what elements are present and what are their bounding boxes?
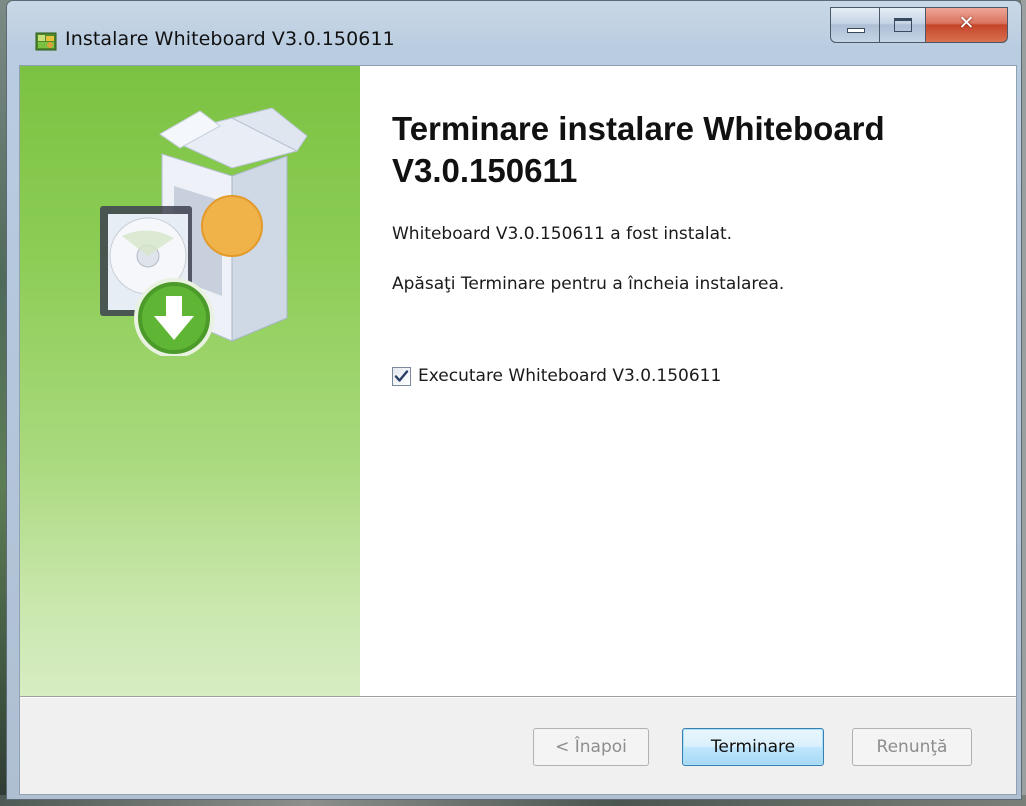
minimize-icon [847, 28, 865, 33]
wizard-side-panel [20, 66, 360, 696]
software-box-install-icon [100, 107, 308, 356]
close-icon: ✕ [958, 12, 975, 34]
button-bar: < Înapoi Terminare Renunţă [20, 698, 1016, 794]
window-title: Instalare Whiteboard V3.0.150611 [65, 28, 395, 50]
maximize-icon [894, 18, 912, 32]
finish-button[interactable]: Terminare [682, 728, 824, 766]
instruction-message: Apăsaţi Terminare pentru a încheia insta… [392, 274, 785, 294]
cancel-button[interactable]: Renunţă [852, 728, 972, 766]
dialog-client-area: Terminare instalare Whiteboard V3.0.1506… [19, 65, 1017, 795]
installed-message: Whiteboard V3.0.150611 a fost instalat. [392, 224, 733, 244]
title-bar[interactable]: Instalare Whiteboard V3.0.150611 ✕ [7, 1, 1021, 71]
close-button[interactable]: ✕ [926, 7, 1008, 43]
installer-app-icon [35, 32, 57, 51]
wizard-content: Terminare instalare Whiteboard V3.0.1506… [360, 66, 1016, 696]
page-title: Terminare instalare Whiteboard V3.0.1506… [392, 110, 885, 189]
run-checkbox[interactable] [392, 366, 411, 386]
maximize-button[interactable] [880, 7, 926, 43]
minimize-button[interactable] [830, 7, 880, 43]
installer-window: Instalare Whiteboard V3.0.150611 ✕ Termi… [6, 0, 1022, 800]
caption-buttons: ✕ [830, 7, 1008, 43]
run-checkbox-label[interactable]: Executare Whiteboard V3.0.150611 [418, 366, 721, 386]
run-after-install-option[interactable]: Executare Whiteboard V3.0.150611 [392, 366, 721, 386]
back-button[interactable]: < Înapoi [533, 728, 649, 766]
checkmark-icon [394, 369, 409, 382]
